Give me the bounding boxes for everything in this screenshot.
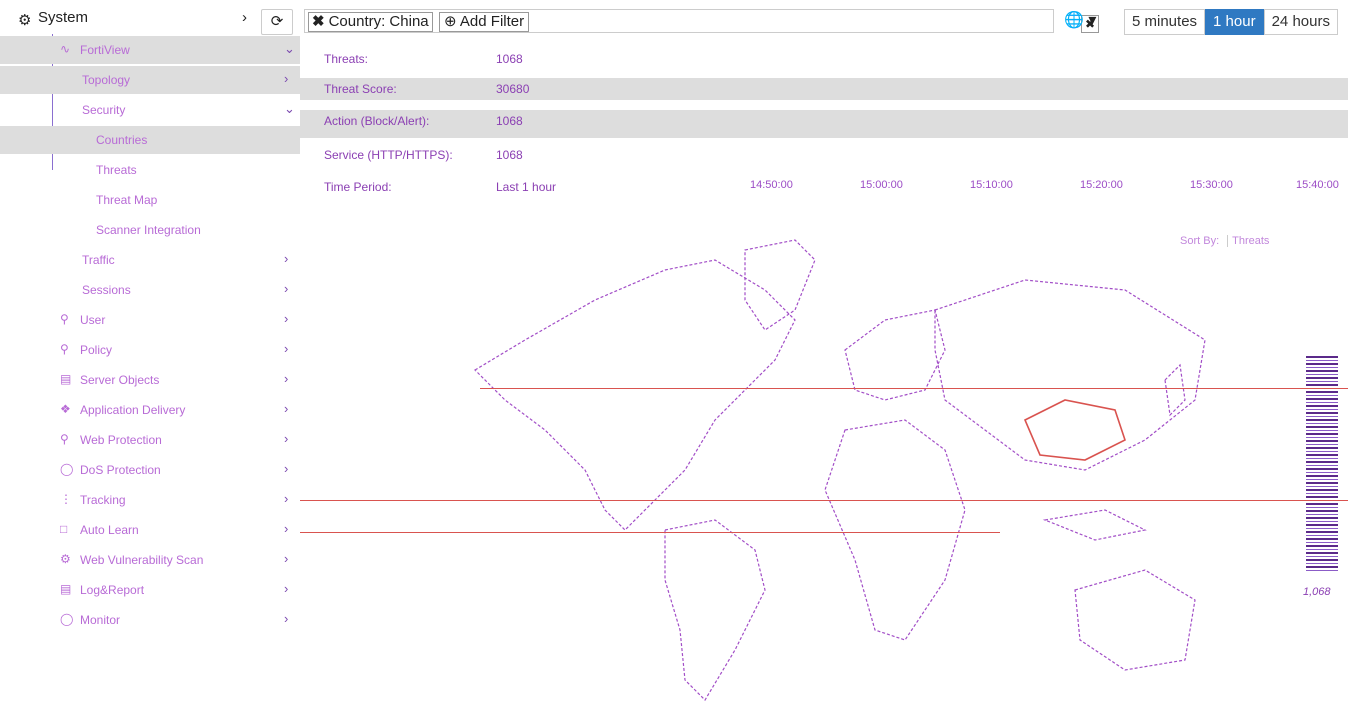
caret-down-icon: ▾ (1088, 12, 1097, 29)
sidebar-item-server-objects[interactable]: ▤ Server Objects › (0, 366, 300, 394)
chevron-right-icon: › (284, 281, 289, 296)
world-threat-map[interactable] (465, 230, 1230, 715)
asia (934, 279, 1206, 471)
stat-row-threats: Threats: 1068 (324, 52, 523, 66)
globe-dropdown[interactable]: 🌐 ▾ (1064, 10, 1096, 30)
shield-icon: ◯ (60, 462, 74, 476)
server-icon: ▤ (60, 372, 72, 386)
chevron-right-icon: › (284, 431, 289, 446)
chevron-right-icon: › (284, 311, 289, 326)
filter-chip-country[interactable]: ✖ Country: China (308, 12, 433, 32)
delivery-icon: ❖ (60, 402, 71, 416)
stat-row-action: Action (Block/Alert): 1068 (300, 110, 1348, 138)
timeline-tick: 14:50:00 (750, 179, 793, 191)
user-icon: ⚲ (60, 312, 69, 326)
system-menu-label: System (38, 9, 89, 26)
refresh-button[interactable]: ⟳ (261, 9, 293, 35)
chevron-down-icon: ⌄ (284, 41, 295, 56)
legend-max-value: 1,068 (1303, 586, 1331, 598)
timeline-tick: 15:00:00 (860, 179, 903, 191)
chevron-right-icon: › (284, 251, 289, 266)
add-filter-button[interactable]: ⊕ Add Filter (439, 12, 530, 32)
range-24-hours[interactable]: 24 hours (1263, 9, 1338, 35)
system-menu-header[interactable]: ⚙ System › (0, 0, 300, 34)
remove-filter-icon[interactable]: ✖ (312, 13, 325, 30)
sidebar-item-topology[interactable]: Topology › (0, 66, 300, 94)
north-america (474, 259, 796, 531)
sidebar-item-tracking[interactable]: ⋮ Tracking › (0, 486, 300, 514)
europe (844, 309, 946, 401)
sidebar-item-sessions[interactable]: Sessions › (0, 276, 300, 304)
auto-learn-icon: □ (60, 522, 68, 536)
sidebar-item-application-delivery[interactable]: ❖ Application Delivery › (0, 396, 300, 424)
timeline-tick: 15:30:00 (1190, 179, 1233, 191)
chevron-right-icon: › (284, 521, 289, 536)
stat-row-threat-score: Threat Score: 30680 (300, 78, 1348, 100)
south-america (664, 519, 766, 701)
policy-icon: ⚲ (60, 342, 69, 356)
sidebar-item-threat-map[interactable]: Threat Map (0, 186, 300, 214)
sidebar-item-dos-protection[interactable]: ◯ DoS Protection › (0, 456, 300, 484)
china-highlight (1023, 399, 1126, 461)
log-icon: ▤ (60, 582, 72, 596)
sidebar-item-log-report[interactable]: ▤ Log&Report › (0, 576, 300, 604)
chevron-right-icon: › (284, 371, 289, 386)
chevron-right-icon: › (284, 341, 289, 356)
africa (824, 419, 966, 641)
gear-icon: ⚙ (18, 12, 32, 29)
chevron-down-icon: ⌄ (284, 101, 295, 116)
monitor-icon: ◯ (60, 612, 74, 626)
scan-line (300, 500, 1348, 501)
lock-icon: ⚲ (60, 432, 69, 446)
sidebar-item-traffic[interactable]: Traffic › (0, 246, 300, 274)
sidebar-item-security[interactable]: Security ⌄ (0, 96, 300, 124)
time-range-selector: 5 minutes 1 hour 24 hours (1124, 9, 1338, 35)
sidebar-item-fortiview[interactable]: ∿ FortiView ⌄ (0, 36, 300, 64)
filter-bar[interactable]: ✖ Country: China ⊕ Add Filter ✖ (304, 9, 1099, 33)
sidebar-item-user[interactable]: ⚲ User › (0, 306, 300, 334)
range-1-hour[interactable]: 1 hour (1205, 9, 1264, 35)
scan-line (300, 532, 1000, 533)
sidebar-item-web-vulnerability-scan[interactable]: ⚙ Web Vulnerability Scan › (0, 546, 300, 574)
japan (1164, 363, 1186, 417)
timeline-tick: 15:20:00 (1080, 179, 1123, 191)
chevron-right-icon: › (284, 491, 289, 506)
greenland (744, 239, 816, 331)
chevron-right-icon: › (284, 611, 289, 626)
toolbar: ⟳ ✖ Country: China ⊕ Add Filter ✖ 🌐 ▾ 5 m… (258, 6, 1348, 35)
sidebar-item-threats[interactable]: Threats (0, 156, 300, 184)
chevron-right-icon: › (242, 9, 247, 26)
scan-line (480, 388, 1348, 389)
plus-circle-icon: ⊕ (444, 13, 457, 30)
timeline-tick: 15:10:00 (970, 179, 1013, 191)
refresh-icon: ⟳ (270, 13, 284, 30)
range-5-minutes[interactable]: 5 minutes (1124, 9, 1206, 35)
sidebar-item-auto-learn[interactable]: □ Auto Learn › (0, 516, 300, 544)
timeline-tick: 15:40:00 (1296, 179, 1339, 191)
timeline-axis: 14:50:00 15:00:00 15:10:00 15:20:00 15:3… (300, 176, 1348, 196)
chevron-right-icon: › (284, 71, 289, 86)
threat-summary: Threats: 1068 Threat Score: 30680 Action… (300, 34, 1348, 194)
scan-icon: ⚙ (60, 552, 71, 566)
sidebar-item-web-protection[interactable]: ⚲ Web Protection › (0, 426, 300, 454)
sidebar-item-policy[interactable]: ⚲ Policy › (0, 336, 300, 364)
globe-icon: 🌐 (1064, 12, 1084, 29)
chevron-right-icon: › (284, 401, 289, 416)
tracking-icon: ⋮ (60, 492, 72, 506)
sidebar-item-monitor[interactable]: ◯ Monitor › (0, 606, 300, 634)
stat-row-service: Service (HTTP/HTTPS): 1068 (324, 148, 523, 162)
chevron-right-icon: › (284, 581, 289, 596)
fortiview-icon: ∿ (60, 42, 71, 56)
australia (1074, 569, 1196, 671)
sidebar-item-scanner-integration[interactable]: Scanner Integration (0, 216, 300, 244)
chevron-right-icon: › (284, 461, 289, 476)
indonesia (1042, 509, 1147, 541)
sidebar-item-countries[interactable]: Countries (0, 126, 300, 154)
sidebar: ⚙ System › ∿ FortiView ⌄ Topology › Secu… (0, 0, 300, 717)
chevron-right-icon: › (284, 551, 289, 566)
